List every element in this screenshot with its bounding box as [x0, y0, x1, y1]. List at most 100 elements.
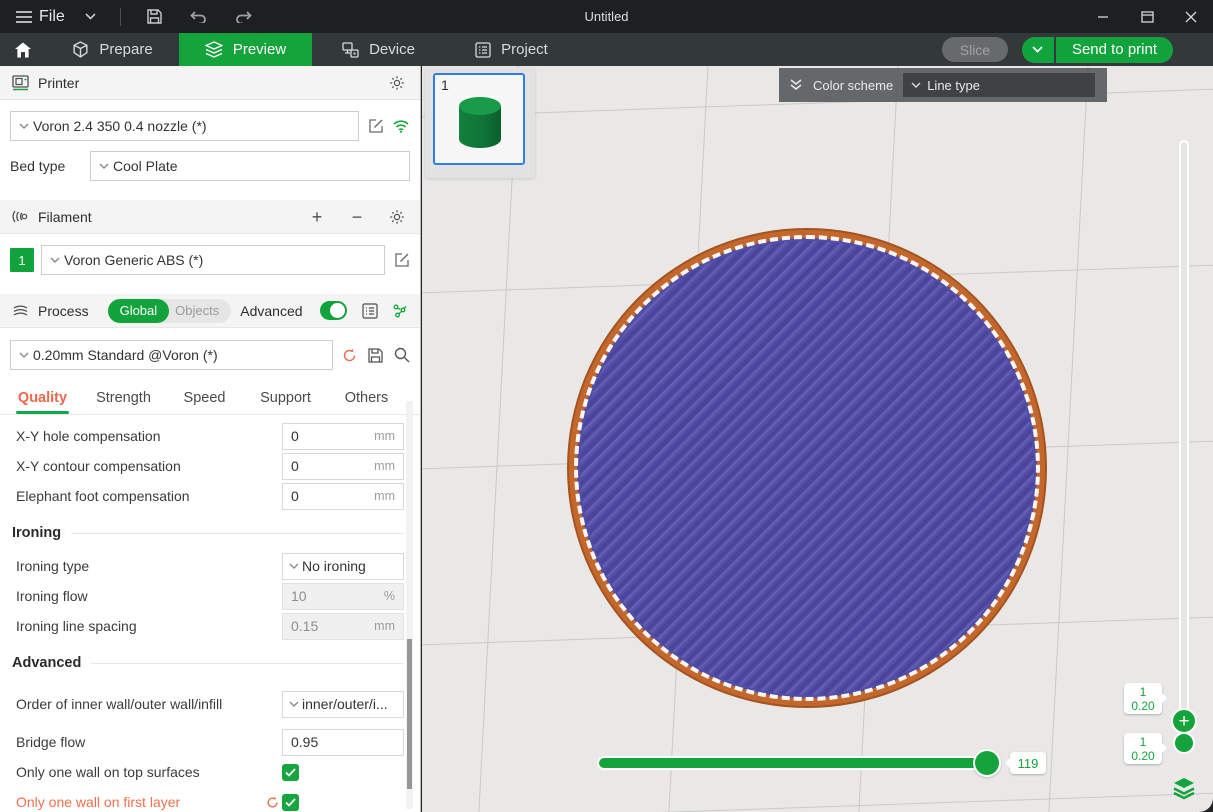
ironing-line-spacing-input[interactable]: 0.15 mm — [282, 613, 404, 640]
plate-thumbnail[interactable]: 1 — [433, 73, 525, 165]
process-tab-strip: Quality Strength Speed Support Others — [0, 376, 420, 415]
xy-contour-compensation-input[interactable]: 0 mm — [282, 453, 404, 480]
layer-number: 1 — [1140, 735, 1147, 749]
move-slider-handle[interactable] — [973, 749, 1001, 777]
undo-button[interactable] — [178, 6, 219, 27]
one-wall-first-checkbox[interactable] — [282, 794, 299, 811]
redo-icon — [235, 10, 252, 23]
save-button[interactable] — [135, 5, 174, 28]
home-button[interactable] — [0, 33, 46, 66]
input-value: 0 — [291, 488, 299, 504]
remove-filament-button[interactable]: − — [346, 206, 368, 228]
advanced-group-header: Advanced — [16, 651, 404, 675]
layer-slider-lower-handle[interactable] — [1173, 732, 1195, 754]
parameter-list-button[interactable] — [362, 300, 378, 322]
settings-panel: X-Y hole compensation 0 mm X-Y contour c… — [0, 415, 420, 812]
save-preset-icon[interactable] — [368, 348, 383, 363]
line-type-select[interactable]: Line type — [903, 73, 1095, 97]
elephant-foot-compensation-input[interactable]: 0 mm — [282, 483, 404, 510]
input-unit: mm — [374, 459, 395, 473]
close-button[interactable] — [1169, 0, 1213, 33]
filament-settings-button[interactable] — [386, 206, 408, 228]
printer-icon — [12, 75, 29, 91]
layers-icon — [205, 41, 223, 58]
add-filament-button[interactable]: + — [306, 206, 328, 228]
setting-row-one-wall-top: Only one wall on top surfaces — [16, 757, 404, 787]
setting-label: Elephant foot compensation — [16, 488, 282, 504]
layer-view-button[interactable] — [1170, 774, 1198, 802]
ironing-flow-input[interactable]: 10 % — [282, 583, 404, 610]
collapse-double-chevron-icon[interactable] — [789, 79, 803, 91]
scrollbar-thumb[interactable] — [407, 639, 412, 789]
setting-row-elephant-foot: Elephant foot compensation 0 mm — [16, 481, 404, 511]
input-unit: mm — [374, 429, 395, 443]
tab-strength[interactable]: Strength — [83, 384, 164, 414]
ironing-group-header: Ironing — [16, 521, 404, 545]
printer-section-header: Printer — [0, 66, 420, 100]
minimize-button[interactable] — [1081, 0, 1125, 33]
grid-line — [422, 790, 1213, 812]
filament-preset-value: Voron Generic ABS (*) — [64, 252, 203, 268]
send-to-print-button[interactable]: Send to print — [1056, 37, 1173, 63]
process-preset-select[interactable]: 0.20mm Standard @Voron (*) — [10, 340, 333, 370]
input-value: 10 — [291, 588, 307, 604]
move-slider-track[interactable] — [599, 758, 997, 768]
scope-objects[interactable]: Objects — [169, 303, 231, 318]
scope-global[interactable]: Global — [108, 299, 170, 323]
process-scope-toggle[interactable]: Global Objects — [108, 299, 232, 323]
slice-button[interactable]: Slice — [942, 37, 1008, 62]
tab-device[interactable]: Device — [312, 33, 445, 66]
input-value: 0.15 — [291, 618, 318, 634]
bed-type-select[interactable]: Cool Plate — [90, 151, 410, 181]
advanced-toggle[interactable] — [320, 301, 348, 320]
tab-prepare[interactable]: Prepare — [46, 33, 179, 66]
filament-preset-select[interactable]: Voron Generic ABS (*) — [41, 245, 385, 275]
nav-tabbar: Prepare Preview Device Project Slice — [0, 33, 1213, 66]
select-value: inner/outer/i... — [302, 696, 397, 712]
layer-height: 0.20 — [1131, 699, 1154, 713]
maximize-button[interactable] — [1125, 0, 1169, 33]
one-wall-top-checkbox[interactable] — [282, 764, 299, 781]
tab-support[interactable]: Support — [245, 384, 326, 414]
edit-icon[interactable] — [394, 252, 410, 268]
stacked-layers-icon — [1171, 776, 1197, 800]
setting-row-one-wall-first: Only one wall on first layer — [16, 787, 404, 812]
wall-order-select[interactable]: inner/outer/i... — [282, 691, 404, 718]
tab-project[interactable]: Project — [445, 33, 578, 66]
printer-settings-button[interactable] — [386, 72, 408, 94]
file-menu-button[interactable]: File — [10, 4, 71, 30]
reset-setting-button[interactable] — [262, 796, 282, 809]
file-menu-dropdown-button[interactable] — [75, 9, 106, 24]
move-slider-value-badge: 119 — [1010, 752, 1046, 774]
layer-slider-upper-handle[interactable]: + — [1171, 708, 1197, 734]
tab-others[interactable]: Others — [326, 384, 407, 414]
send-options-button[interactable] — [1022, 37, 1054, 63]
tab-preview[interactable]: Preview — [179, 33, 312, 66]
preview-viewport[interactable]: 1 Color scheme Line type — [422, 66, 1213, 812]
tab-quality[interactable]: Quality — [2, 384, 83, 414]
gear-icon — [389, 209, 405, 225]
bridge-flow-input[interactable]: 0.95 — [282, 729, 404, 756]
group-title: Advanced — [12, 655, 81, 671]
tab-preview-label: Preview — [233, 41, 286, 58]
list-icon — [362, 303, 378, 319]
redo-button[interactable] — [223, 6, 264, 27]
process-tune-button[interactable] — [392, 300, 408, 322]
setting-row-xy-hole: X-Y hole compensation 0 mm — [16, 421, 404, 451]
input-value: 0 — [291, 458, 299, 474]
minus-icon: − — [352, 208, 363, 226]
wifi-icon[interactable] — [392, 119, 410, 133]
line-type-value: Line type — [927, 78, 980, 93]
tab-speed[interactable]: Speed — [164, 384, 245, 414]
printer-preset-select[interactable]: Voron 2.4 350 0.4 nozzle (*) — [10, 111, 359, 141]
process-section-header: Process Global Objects Advanced — [0, 294, 420, 328]
layer-slider-track[interactable] — [1179, 140, 1189, 741]
sidebar-scrollbar[interactable] — [406, 401, 413, 809]
search-icon[interactable] — [394, 347, 410, 363]
ironing-type-select[interactable]: No ironing — [282, 553, 404, 580]
reset-icon[interactable] — [342, 348, 357, 363]
filament-slot-badge[interactable]: 1 — [10, 248, 34, 272]
edit-icon[interactable] — [368, 118, 384, 134]
titlebar-separator — [120, 8, 121, 26]
xy-hole-compensation-input[interactable]: 0 mm — [282, 423, 404, 450]
